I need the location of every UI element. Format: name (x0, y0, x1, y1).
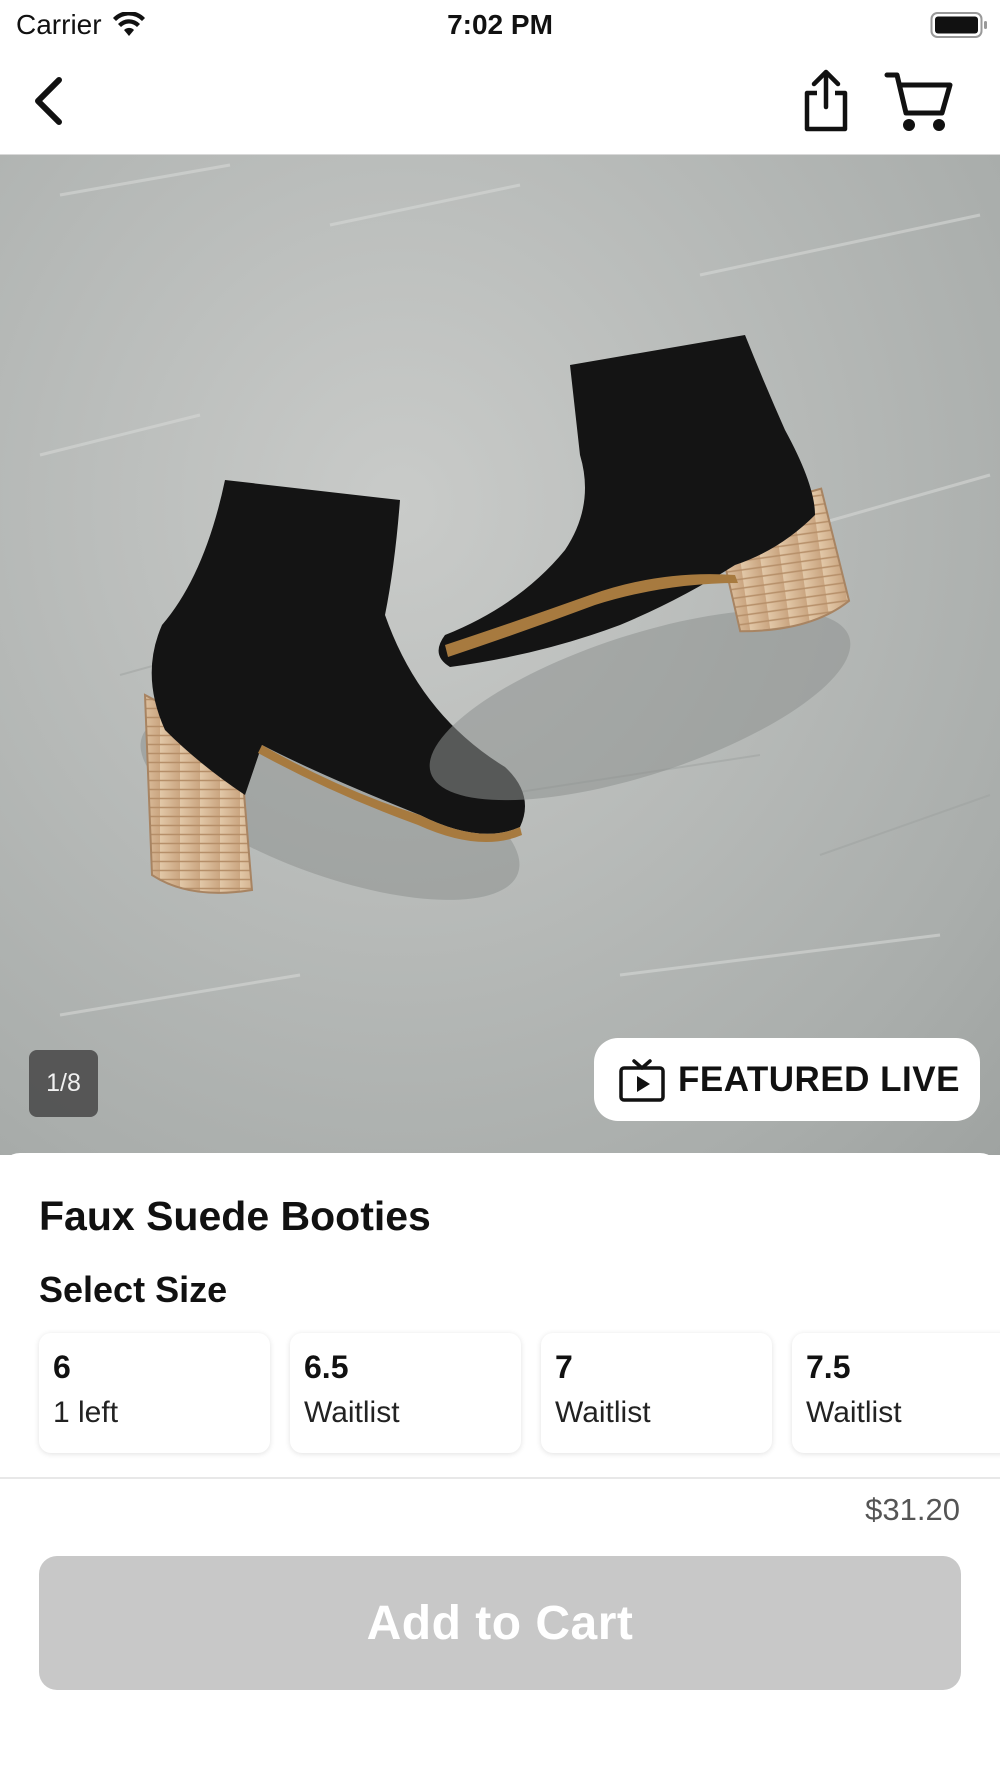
product-price: $31.20 (865, 1492, 960, 1527)
tv-play-icon (619, 1058, 665, 1102)
cart-icon (884, 72, 953, 131)
size-option-6-5[interactable]: 6.5 Waitlist (290, 1333, 521, 1453)
size-options: 6 1 left 6.5 Waitlist 7 Waitlist 7.5 Wai… (39, 1333, 1000, 1453)
status-bar: Carrier 7:02 PM (0, 0, 1000, 50)
size-value: 7 (555, 1349, 573, 1385)
image-counter: 1/8 (29, 1050, 98, 1117)
battery-icon (930, 12, 987, 38)
size-value: 6 (53, 1349, 71, 1385)
nav-bar (0, 50, 1000, 155)
size-option-7-5[interactable]: 7.5 Waitlist (792, 1333, 1000, 1453)
size-availability: Waitlist (806, 1396, 902, 1429)
size-availability: Waitlist (555, 1396, 651, 1429)
size-value: 6.5 (304, 1349, 349, 1385)
booties-photo (39, 163, 991, 1017)
select-size-heading: Select Size (39, 1269, 228, 1310)
back-button[interactable] (18, 68, 78, 134)
right-boot (429, 335, 851, 801)
cart-button[interactable] (880, 64, 958, 138)
product-sheet: Faux Suede Booties Select Size 6 1 left … (0, 1153, 1000, 1478)
status-time: 7:02 PM (447, 9, 553, 40)
size-option-7[interactable]: 7 Waitlist (541, 1333, 772, 1453)
add-to-cart-button[interactable]: Add to Cart (39, 1556, 961, 1690)
product-title: Faux Suede Booties (39, 1193, 431, 1239)
share-icon (804, 69, 848, 132)
chevron-left-icon (35, 77, 62, 125)
featured-live-label: FEATURED LIVE (678, 1059, 960, 1099)
size-option-6[interactable]: 6 1 left (39, 1333, 270, 1453)
product-image[interactable]: 1/8 FEATURED LIVE (0, 155, 1000, 1155)
share-button[interactable] (795, 64, 857, 138)
size-availability: 1 left (53, 1396, 119, 1429)
size-availability: Waitlist (304, 1396, 400, 1429)
size-value: 7.5 (806, 1349, 851, 1385)
featured-live-badge[interactable]: FEATURED LIVE (594, 1038, 980, 1121)
divider (0, 1477, 1000, 1479)
